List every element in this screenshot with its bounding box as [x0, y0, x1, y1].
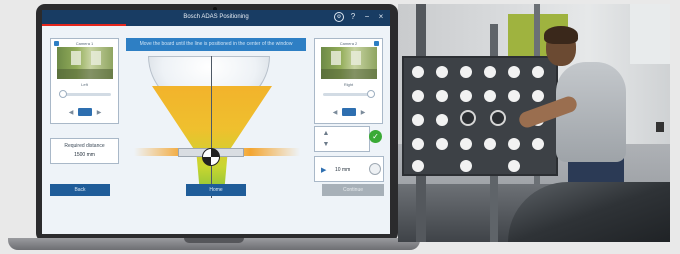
- camera-sublabel: Right: [343, 82, 354, 87]
- wall-fixture: [656, 122, 664, 132]
- continue-button[interactable]: Continue: [322, 184, 384, 196]
- chevron-right-icon[interactable]: ▶: [95, 109, 103, 116]
- distance-label: Required distance: [64, 143, 105, 149]
- distance-value: 1500 mm: [74, 152, 95, 158]
- camera-nav: ◀ ▶: [331, 107, 367, 117]
- camera-feed-image: [57, 47, 113, 79]
- help-icon[interactable]: ?: [348, 12, 358, 22]
- settings-icon[interactable]: ⚙: [334, 12, 344, 22]
- title-bar: Bosch ADAS Positioning ⚙ ? − ×: [42, 10, 390, 26]
- camera-slider[interactable]: [59, 90, 111, 98]
- scene: Bosch ADAS Positioning ⚙ ? − × Move the …: [0, 0, 680, 254]
- play-icon[interactable]: ▶: [321, 166, 326, 174]
- measurement-value: 10 mm: [335, 167, 351, 173]
- status-circle-icon: [369, 163, 381, 175]
- camera-label: Camera 2: [339, 41, 358, 46]
- photo-window: [630, 4, 670, 64]
- chevron-right-icon[interactable]: ▶: [359, 109, 367, 116]
- title-accent-bar: [42, 24, 126, 26]
- workshop-photo: [398, 4, 670, 242]
- app-window: Bosch ADAS Positioning ⚙ ? − × Move the …: [42, 10, 390, 234]
- required-distance-box: Required distance 1500 mm: [50, 138, 119, 164]
- camera-label: Camera 1: [75, 41, 94, 46]
- center-line: [211, 56, 212, 198]
- minimize-icon[interactable]: −: [362, 12, 372, 22]
- back-button[interactable]: Back: [50, 184, 110, 196]
- laptop-base: [8, 238, 420, 250]
- titlebar-controls: ⚙ ? − ×: [334, 12, 386, 22]
- positioning-visual: [122, 26, 312, 198]
- camera-feed-image: [321, 47, 377, 79]
- technician-hair: [544, 26, 578, 44]
- arrow-down-icon[interactable]: ▼: [321, 141, 331, 149]
- camera-nav: ◀ ▶: [67, 107, 103, 117]
- camera-panel-left: Camera 1 Left ◀ ▶: [50, 38, 119, 124]
- home-button[interactable]: Home: [186, 184, 246, 196]
- alignment-funnel: [152, 86, 272, 194]
- chevron-left-icon[interactable]: ◀: [331, 109, 339, 116]
- measurement-box: ▶ 10 mm: [314, 156, 384, 182]
- height-adjust-box: ▲ ▼: [314, 126, 370, 152]
- target-icon: [202, 148, 220, 166]
- close-icon[interactable]: ×: [376, 12, 386, 22]
- slider-handle[interactable]: [59, 90, 67, 98]
- camera-select-button[interactable]: [342, 108, 356, 116]
- chevron-left-icon[interactable]: ◀: [67, 109, 75, 116]
- laptop-notch: [184, 238, 244, 243]
- camera-slider[interactable]: [323, 90, 375, 98]
- check-icon: ✓: [369, 130, 382, 143]
- camera-panel-right: Camera 2 Right ◀ ▶: [314, 38, 383, 124]
- camera-sublabel: Left: [81, 82, 88, 87]
- camera-select-button[interactable]: [78, 108, 92, 116]
- arrow-up-icon[interactable]: ▲: [321, 130, 331, 138]
- slider-handle[interactable]: [367, 90, 375, 98]
